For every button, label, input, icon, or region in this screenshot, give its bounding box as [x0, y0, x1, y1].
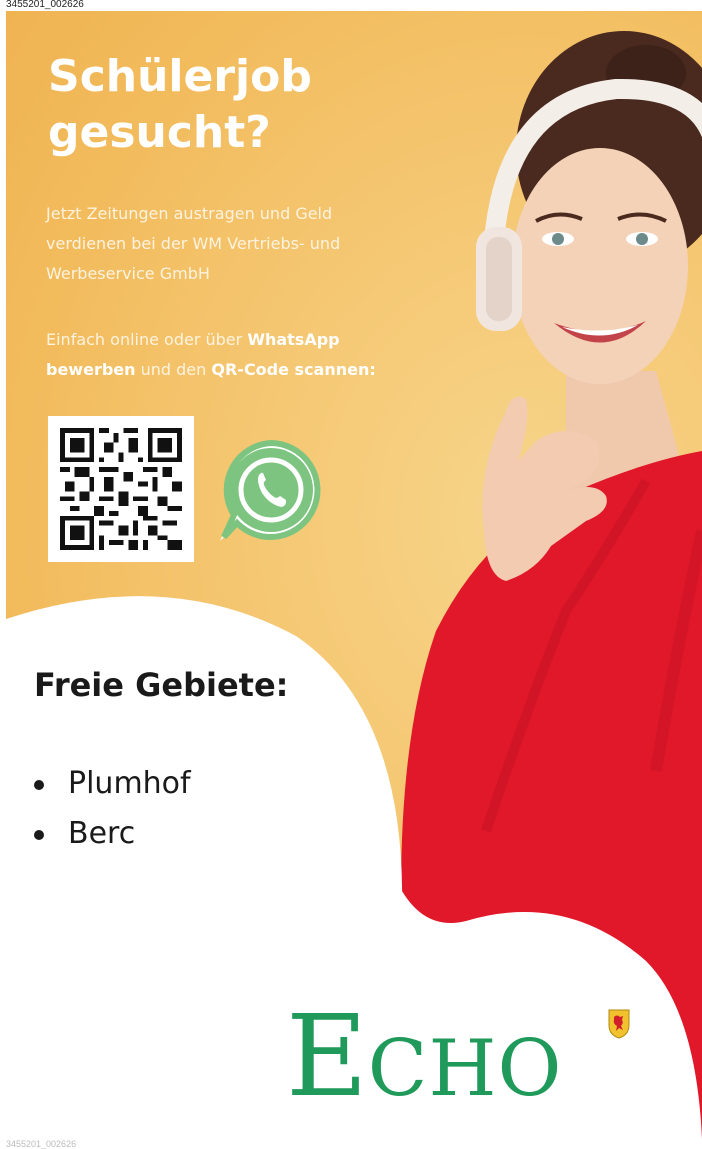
- whatsapp-icon[interactable]: [212, 431, 330, 549]
- logo-rest: CHO: [367, 1024, 563, 1114]
- headline-line-1: Schülerjob: [48, 51, 312, 102]
- cta-part-2: und den: [135, 360, 212, 379]
- areas-list: Plumhof Berc: [34, 759, 191, 859]
- intro-text: Jetzt Zeitungen austragen und Geld verdi…: [46, 204, 341, 283]
- headline-line-2: gesucht?: [48, 107, 271, 158]
- areas-title: Freie Gebiete:: [34, 666, 289, 704]
- echo-logo: ECHO: [282, 1001, 650, 1113]
- job-ad: Schülerjob gesucht? Jetzt Zeitungen aust…: [6, 11, 702, 1139]
- list-item: Berc: [34, 809, 191, 859]
- cta-bold-qr: QR-Code scannen:: [211, 360, 376, 379]
- cta-text: Einfach online oder über WhatsApp bewerb…: [46, 325, 406, 385]
- list-item: Plumhof: [34, 759, 191, 809]
- image-code-bottom: 3455201_002626: [6, 1139, 77, 1149]
- white-panel: [6, 596, 702, 1139]
- headline: Schülerjob gesucht?: [48, 49, 312, 161]
- crest-icon: [608, 1009, 630, 1039]
- logo-text: ECHO: [286, 1001, 562, 1113]
- image-code-top: 3455201_002626: [6, 0, 84, 10]
- logo-initial: E: [286, 992, 368, 1122]
- qr-code-icon[interactable]: [48, 416, 194, 562]
- cta-part-1: Einfach online oder über: [46, 330, 248, 349]
